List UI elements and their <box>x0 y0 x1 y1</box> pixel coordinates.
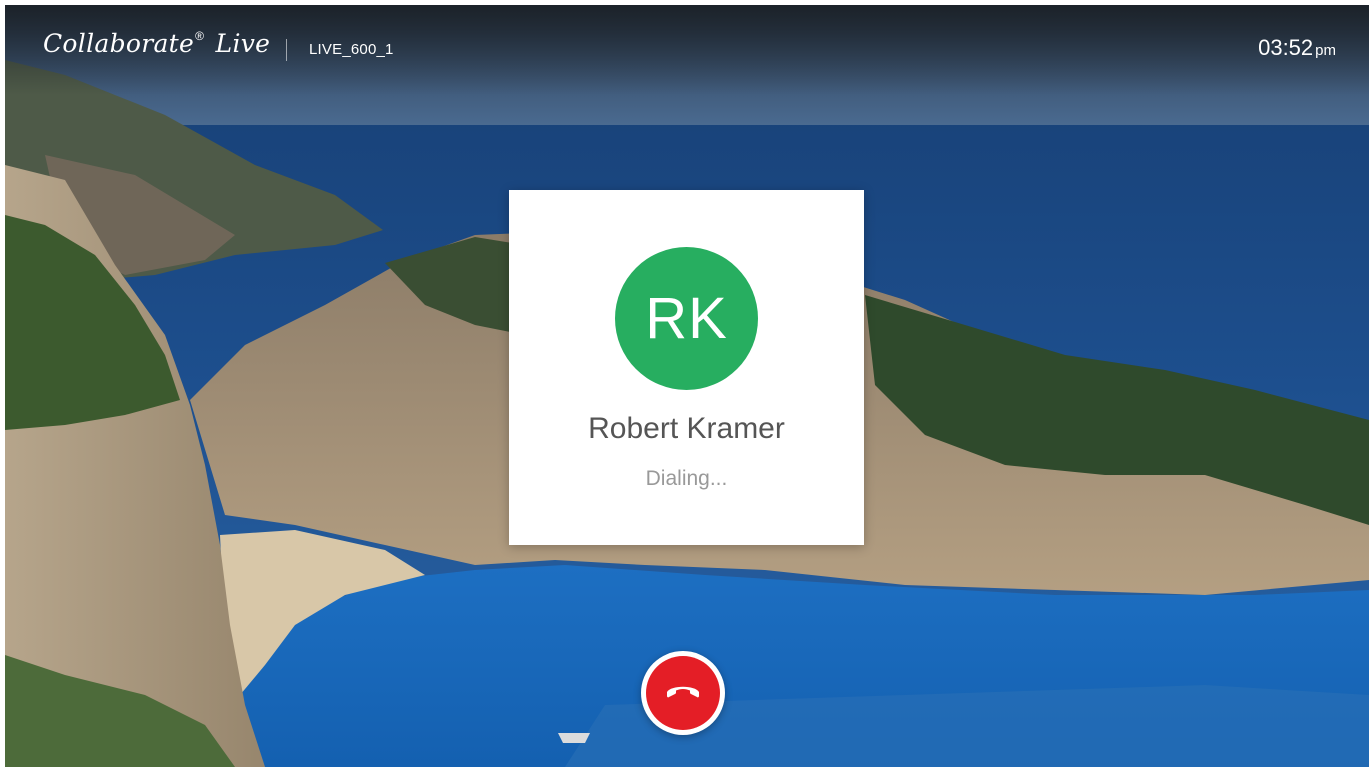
callee-name: Robert Kramer <box>588 412 785 445</box>
room-id: LIVE_600_1 <box>309 41 394 58</box>
call-status: Dialing... <box>645 467 728 490</box>
header-divider <box>286 39 287 61</box>
clock: 03:52 pm <box>1258 35 1336 61</box>
hang-up-button-fill[interactable] <box>646 656 720 730</box>
dialing-card: RK Robert Kramer Dialing... <box>509 190 864 545</box>
top-bar: Collaborate® Live LIVE_600_1 03:52 pm <box>5 5 1369 95</box>
phone-hangup-icon <box>667 686 699 698</box>
video-call-screen: Collaborate® Live LIVE_600_1 03:52 pm RK … <box>5 5 1369 767</box>
app-logo: Collaborate® Live <box>43 29 271 58</box>
avatar: RK <box>615 247 758 390</box>
clock-ampm: pm <box>1315 42 1336 59</box>
hang-up-button[interactable] <box>641 651 725 735</box>
clock-time: 03:52 <box>1258 35 1314 60</box>
